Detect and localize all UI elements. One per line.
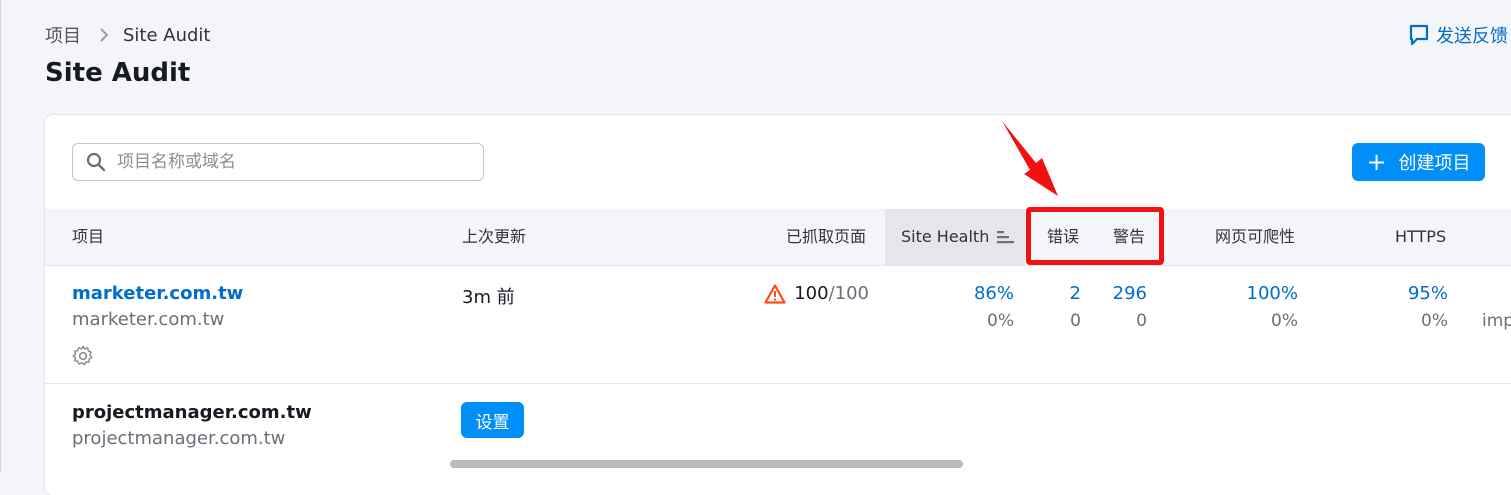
project-search[interactable]	[72, 143, 484, 181]
crawled-pages-value: 100/100	[764, 283, 869, 304]
https-value[interactable]: 95%	[1408, 283, 1448, 304]
col-site-health[interactable]: Site Health	[885, 209, 1025, 265]
site-health-delta: 0%	[987, 311, 1014, 331]
chevron-right-icon	[99, 28, 109, 42]
project-name-link[interactable]: marketer.com.tw	[72, 283, 243, 304]
crawlability-value[interactable]: 100%	[1247, 283, 1298, 304]
col-site-health-label: Site Health	[901, 227, 990, 246]
col-last-update[interactable]: 上次更新	[462, 209, 526, 265]
col-https[interactable]: HTTPS	[1395, 209, 1446, 265]
plus-icon: +	[1366, 148, 1387, 176]
projects-card: + 创建项目 项目 上次更新 已抓取页面 Site Health 错误 警告 网…	[45, 115, 1511, 495]
breadcrumb-current: Site Audit	[123, 24, 211, 46]
project-domain: marketer.com.tw	[72, 309, 225, 330]
warning-triangle-icon[interactable]	[764, 283, 786, 304]
annotation-highlight-box	[1026, 207, 1164, 265]
search-icon	[86, 152, 106, 172]
breadcrumb: 项目 Site Audit	[45, 22, 211, 48]
warnings-value[interactable]: 296	[1113, 283, 1147, 304]
warnings-delta: 0	[1136, 311, 1147, 331]
search-input[interactable]	[115, 151, 459, 173]
create-project-button[interactable]: + 创建项目	[1352, 143, 1485, 181]
table-header: 项目 上次更新 已抓取页面 Site Health 错误 警告 网页可爬性 HT…	[45, 209, 1511, 266]
create-project-label: 创建项目	[1398, 153, 1471, 174]
crawled-count: 100	[794, 283, 829, 304]
setup-button[interactable]: 设置	[461, 402, 524, 438]
last-update-value: 3m 前	[462, 287, 515, 308]
errors-value[interactable]: 2	[1070, 283, 1081, 304]
feedback-icon	[1409, 24, 1429, 46]
col-crawled-pages[interactable]: 已抓取页面	[786, 209, 866, 265]
site-health-value[interactable]: 86%	[974, 283, 1014, 304]
left-rail	[0, 0, 1, 472]
sort-icon	[997, 231, 1015, 244]
crawl-limit: /100	[828, 283, 869, 304]
breadcrumb-projects-link[interactable]: 项目	[45, 22, 81, 48]
table-row: projectmanager.com.tw projectmanager.com…	[45, 384, 1511, 495]
project-domain: projectmanager.com.tw	[72, 428, 286, 449]
horizontal-scrollbar[interactable]	[450, 460, 963, 468]
page-title: Site Audit	[45, 58, 191, 88]
send-feedback-link[interactable]: 发送反馈	[1408, 22, 1508, 48]
table-row: marketer.com.tw marketer.com.tw 3m 前 100…	[45, 265, 1511, 384]
clipped-cell-text: imp	[1482, 311, 1511, 331]
col-project[interactable]: 项目	[72, 209, 104, 265]
errors-delta: 0	[1070, 311, 1081, 331]
crawlability-delta: 0%	[1271, 311, 1298, 331]
project-name[interactable]: projectmanager.com.tw	[72, 402, 312, 423]
feedback-label: 发送反馈	[1436, 26, 1508, 47]
col-crawlability[interactable]: 网页可爬性	[1215, 209, 1295, 265]
gear-icon[interactable]	[72, 345, 94, 367]
https-delta: 0%	[1421, 311, 1448, 331]
